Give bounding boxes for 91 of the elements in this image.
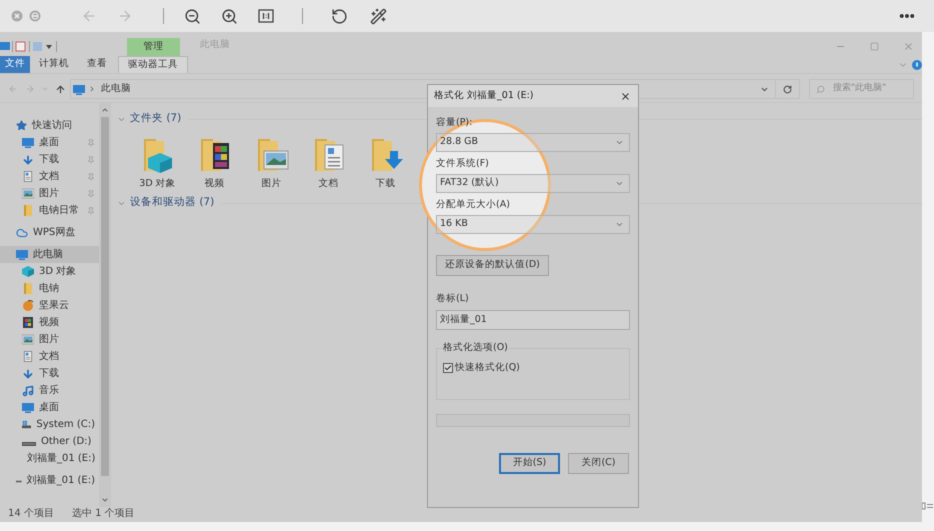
sidebar-item[interactable]: 视频 [0,314,99,331]
address-path: 此电脑 [101,82,131,96]
sidebar-item[interactable]: 下载 [0,365,99,382]
sidebar-item[interactable]: 图片 [0,331,99,348]
restore-defaults-button[interactable]: 还原设备的默认值(D) [436,255,549,276]
refresh-icon [783,84,792,94]
sidebar-item[interactable]: 3D 对象 [0,263,99,280]
folder-tile[interactable]: 下载 [357,137,414,192]
field-label: 分配单元大小(A) [436,198,511,212]
sidebar-item[interactable]: 坚果云 [0,297,99,314]
breadcrumb-separator-icon [88,85,96,93]
star-icon [16,120,27,131]
monitor-icon [22,402,34,413]
download-icon [22,368,34,380]
item-count: 14 个项目 [8,507,54,520]
picture-icon [22,188,34,199]
document-icon [22,351,34,362]
sidebar-item[interactable]: 电钠日常 [0,202,99,219]
group-title: 格式化选项(O) [442,342,509,354]
folder-tile[interactable]: 3D 对象 [129,137,186,192]
drive-icon [22,419,32,430]
cloud-icon [16,226,28,238]
ribbon-tab[interactable]: 计算机 [30,56,78,73]
chevron-down-icon [615,220,624,229]
actual-size-icon[interactable] [258,9,274,23]
sidebar-item[interactable]: 文档 [0,168,99,185]
zoom-out-icon[interactable] [184,8,201,24]
music-note-icon [22,384,34,396]
sidebar-item[interactable]: 音乐 [0,382,99,399]
ribbon-tab[interactable]: 驱动器工具 [118,56,188,73]
refresh-button[interactable] [776,79,800,99]
search-placeholder: 搜索"此电脑" [833,82,886,96]
monitor-icon [16,249,28,260]
monitor-icon [73,84,85,94]
picture-icon [22,334,34,345]
scrollbar[interactable] [99,103,111,507]
sidebar-item[interactable]: WPS网盘 [0,224,99,241]
download-icon [22,154,34,166]
chevron-down-icon [615,179,624,188]
checkbox[interactable] [443,363,453,374]
dropdown[interactable]: 16 KB [436,215,630,234]
dropdown[interactable]: 28.8 GB [436,133,630,152]
cube-icon [22,266,34,277]
search-icon [816,84,825,94]
sidebar-item[interactable]: 下载 [0,151,99,168]
dialog-button[interactable]: 关闭(C) [568,453,629,474]
sidebar-item[interactable]: Other (D:) [0,433,99,450]
context-tab-header: 管理 [127,38,180,56]
minimize-icon[interactable] [29,10,41,22]
dialog-button[interactable]: 开始(S) [499,453,560,474]
maximize-icon[interactable] [870,42,879,51]
scroll-up-icon[interactable] [101,106,109,114]
scroll-down-icon[interactable] [101,496,109,504]
volume-label-field[interactable]: 刘福量_01 [436,310,630,330]
monitor-icon [22,137,34,148]
rotate-icon[interactable] [331,8,348,24]
sidebar-item[interactable]: 电钠 [0,280,99,297]
folder-tile[interactable]: 文档 [300,137,357,192]
folder-icon [22,205,34,216]
folder-tile[interactable]: 视频 [186,137,243,192]
up-icon[interactable] [55,84,66,94]
sidebar-item[interactable]: 图片 [0,185,99,202]
view-icons[interactable] [922,502,933,510]
folder-tile[interactable]: 图片 [243,137,300,192]
field-label: 文件系统(F) [436,157,490,171]
close-icon[interactable] [620,90,631,102]
selection-count: 选中 1 个项目 [72,507,135,520]
sidebar-item[interactable]: 文档 [0,348,99,365]
document-icon [22,171,34,182]
sidebar-item[interactable]: System (C:) [0,416,99,433]
sidebar-item[interactable]: 桌面 [0,134,99,151]
sidebar-item[interactable]: 快速访问 [0,117,99,134]
sidebar-item[interactable]: 刘福量_01 (E:) [0,450,99,467]
chevron-down-icon [615,138,624,147]
help-icon[interactable] [912,60,922,70]
dropdown[interactable]: FAT32 (默认) [436,174,630,193]
magic-wand-icon[interactable] [370,8,387,24]
folder-icon [22,283,34,294]
sidebar-item[interactable]: 此电脑 [0,246,99,263]
nut-icon [22,300,34,311]
zoom-in-icon[interactable] [221,8,238,24]
group-header[interactable]: 设备和驱动器 (7) [130,195,214,212]
sidebar-item[interactable]: 桌面 [0,399,99,416]
ribbon-tab[interactable]: 文件 [0,56,30,73]
sidebar-item[interactable]: 刘福量_01 (E:) [0,472,99,489]
film-icon [22,317,34,328]
field-label: 容量(P): [436,116,474,130]
group-header[interactable]: 文件夹 (7) [130,111,182,127]
checkbox-label: 快速格式化(Q) [455,361,520,375]
ribbon-tab[interactable]: 查看 [78,56,116,73]
field-label: 卷标(L) [436,292,470,306]
